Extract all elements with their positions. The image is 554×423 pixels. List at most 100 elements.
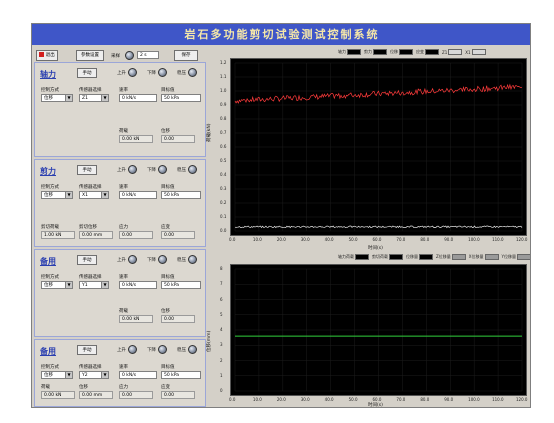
- disp4-display: 0.00: [161, 231, 195, 239]
- x-tick-label: 90.0: [444, 397, 454, 402]
- legend-swatch: [516, 254, 530, 260]
- disp1-display: 0.00 kN: [41, 391, 75, 399]
- x-tick-label: 0.0: [229, 237, 236, 242]
- legend-entry: 剪切荷载: [372, 254, 403, 260]
- legend-swatch: [389, 254, 403, 260]
- y-tick-label: 0.2: [220, 200, 227, 205]
- main-window: 岩石多功能剪切试验测试控制系统 退出 参数设置 采样 2 s 保存 轴力 手动 上升…: [31, 23, 531, 408]
- legend-entry: Z1: [442, 49, 463, 55]
- rate-label: 速率: [119, 185, 128, 190]
- y-tick-label: 1.1: [220, 74, 227, 79]
- target-field[interactable]: 50 kPa: [161, 94, 201, 102]
- indicator-label: 上升: [117, 168, 126, 173]
- chevron-down-icon: ▼: [101, 372, 108, 378]
- indicator-led-icon: [128, 165, 137, 174]
- param-settings-button[interactable]: 参数设置: [76, 50, 104, 61]
- target-field[interactable]: 50 kPa: [161, 371, 201, 379]
- disp3-display: 0.00: [119, 231, 153, 239]
- control-column: 退出 参数设置 采样 2 s 保存 轴力 手动 上升 下降 稳压 控制方式 位移 ▼ 传感器选择…: [34, 46, 206, 407]
- chevron-down-icon: ▼: [101, 192, 108, 198]
- mode-select[interactable]: 位移 ▼: [41, 371, 73, 379]
- target-label: 目标值: [161, 365, 175, 370]
- rate-field[interactable]: 0 kN/s: [119, 191, 157, 199]
- legend-swatch: [451, 254, 466, 260]
- mode-label: 控制方式: [41, 275, 59, 280]
- sampling-knob-icon[interactable]: [125, 51, 134, 60]
- indicator-led-icon: [188, 345, 197, 354]
- indicator-label: 稳压: [177, 348, 186, 353]
- target-label: 目标值: [161, 88, 175, 93]
- disp1-label: 荷载: [119, 309, 128, 314]
- disp1-label: 荷载: [41, 385, 50, 390]
- mode-select[interactable]: 位移 ▼: [41, 191, 73, 199]
- target-field[interactable]: 50 kPa: [161, 191, 201, 199]
- x-tick-label: 20.0: [276, 397, 286, 402]
- manual-button[interactable]: 手动: [77, 345, 97, 355]
- x-tick-label: 30.0: [300, 397, 310, 402]
- x-tick-label: 70.0: [396, 237, 406, 242]
- legend-entry: 应变: [416, 49, 439, 55]
- legend-entry-label: 剪力: [364, 49, 372, 54]
- indicator-led-icon: [158, 345, 167, 354]
- x-tick-label: 110.0: [492, 397, 504, 402]
- rate-field[interactable]: 0 kN/s: [119, 281, 157, 289]
- rate-label: 速率: [119, 275, 128, 280]
- top-xlabel: 时间(s): [368, 246, 383, 251]
- sensor-select[interactable]: X1 ▼: [79, 191, 109, 199]
- mode-label: 控制方式: [41, 365, 59, 370]
- rate-field[interactable]: 0 kN/s: [119, 94, 157, 102]
- x-tick-label: 50.0: [348, 237, 358, 242]
- legend-entry: 剪力: [364, 49, 387, 55]
- legend-swatch: [347, 49, 361, 55]
- y-tick-label: 0.0: [220, 228, 227, 233]
- indicator-label: 下降: [147, 71, 156, 76]
- y-tick-label: 7: [220, 281, 223, 287]
- manual-button[interactable]: 手动: [77, 165, 97, 175]
- save-button[interactable]: 保存: [174, 50, 198, 61]
- legend-swatch: [425, 49, 439, 55]
- sampling-interval-field[interactable]: 2 s: [137, 51, 159, 59]
- legend-entry: 轴力: [338, 49, 361, 55]
- chevron-down-icon: ▼: [65, 95, 72, 101]
- y-tick-label: 0: [220, 388, 223, 393]
- rate-field[interactable]: 0 kN/s: [119, 371, 157, 379]
- stop-button[interactable]: 退出: [36, 50, 58, 61]
- sensor-select[interactable]: Y1 ▼: [79, 281, 109, 289]
- chevron-down-icon: ▼: [65, 282, 72, 288]
- x-tick-label: 60.0: [372, 397, 382, 402]
- indicator-led-icon: [188, 165, 197, 174]
- disp2-label: 位移: [161, 129, 170, 134]
- manual-button[interactable]: 手动: [77, 68, 97, 78]
- indicator-led-icon: [158, 165, 167, 174]
- legend-bottom: 轴力荷载 剪切荷载 位移量 Z位移量 X位移量 Y位移量: [338, 253, 530, 261]
- indicator-label: 稳压: [177, 71, 186, 76]
- sensor-label: 传感器选择: [79, 185, 102, 190]
- sensor-select[interactable]: Y2 ▼: [79, 371, 109, 379]
- legend-swatch: [355, 254, 369, 260]
- legend-swatch: [484, 254, 499, 260]
- x-tick-label: 40.0: [324, 237, 334, 242]
- indicator-label: 下降: [147, 348, 156, 353]
- stop-icon: [39, 52, 45, 57]
- mode-select[interactable]: 位移 ▼: [41, 94, 73, 102]
- y-tick-label: 1: [220, 372, 223, 378]
- y-tick-label: 0.3: [220, 186, 227, 191]
- plot-top-svg: [234, 62, 523, 232]
- disp4-label: 应变: [161, 385, 170, 390]
- mode-select[interactable]: 位移 ▼: [41, 281, 73, 289]
- x-tick-label: 50.0: [348, 397, 358, 402]
- legend-entry-label: X位移量: [468, 254, 484, 259]
- sensor-label: 传感器选择: [79, 365, 102, 370]
- manual-button[interactable]: 手动: [77, 255, 97, 265]
- indicator-led-icon: [188, 255, 197, 264]
- target-field[interactable]: 50 kPa: [161, 281, 201, 289]
- indicator-label: 稳压: [177, 168, 186, 173]
- y-tick-label: 1.0: [220, 88, 227, 93]
- y-tick-label: 0.6: [220, 144, 227, 149]
- x-tick-label: 120.0: [516, 397, 528, 402]
- plot-top: [230, 58, 527, 236]
- panel-title: 备用: [40, 257, 56, 266]
- sensor-select[interactable]: Z1 ▼: [79, 94, 109, 102]
- disp1-label: 剪切荷载: [41, 225, 59, 230]
- bottom-xlabel: 时间(s): [368, 403, 383, 408]
